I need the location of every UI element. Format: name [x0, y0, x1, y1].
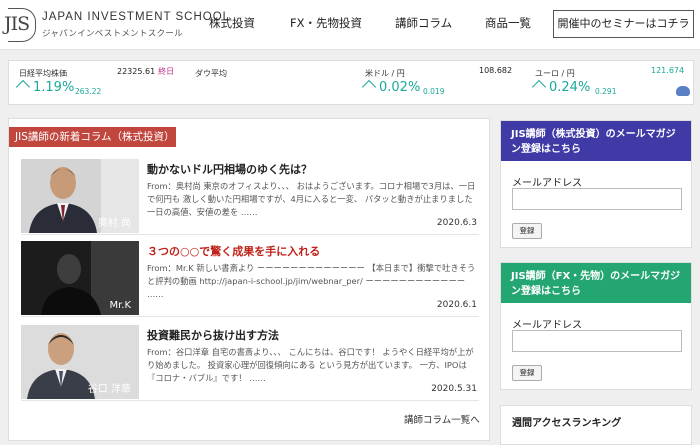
nav-stocks[interactable]: 株式投資 [209, 15, 255, 31]
author-photo[interactable]: Mr.K [21, 241, 139, 315]
subscribe-button[interactable]: 登録 [512, 365, 542, 381]
author-photo[interactable]: 奥村 尚 [21, 159, 139, 233]
ticker-change: 0.291 [595, 87, 617, 96]
newsletter-heading[interactable]: JIS講師（FX・先物）のメールマガジン登録はこちら [501, 263, 691, 303]
nav-columns[interactable]: 講師コラム [395, 15, 452, 31]
article-excerpt: From：Mr.K 新しい書斎より ーーーーーーーーーーーーー 【本日まで】衝撃… [147, 263, 476, 299]
ticker-value: 121.674 [651, 66, 685, 75]
newsletter-fx: JIS講師（FX・先物）のメールマガジン登録はこちら メールアドレス 登録 [500, 262, 692, 390]
ticker-eurjpy[interactable]: ユーロ / 円 121.674 0.24% 0.291 [525, 61, 693, 106]
up-arrow-icon [531, 79, 547, 95]
ticker-nikkei[interactable]: 日経平均株価 22325.61 終日 1.19% 263.22 [9, 61, 179, 106]
author-name: Mr.K [109, 300, 131, 311]
newsletter-heading[interactable]: JIS講師（株式投資）のメールマガジン登録はこちら [501, 121, 691, 161]
ticker-usdjpy[interactable]: 米ドル / 円 108.682 0.02% 0.019 [355, 61, 525, 106]
author-name: 谷口 洋章 [87, 384, 131, 395]
ticker-dow[interactable]: ダウ平均 [185, 61, 355, 106]
email-field[interactable] [512, 188, 682, 210]
up-arrow-icon [361, 79, 377, 95]
article-title[interactable]: 動かないドル円相場のゆく先は？ [147, 161, 312, 177]
site-logo[interactable]: JIS JAPAN INVESTMENT SCHOOL ジャパンインベストメント… [4, 8, 229, 42]
ticker-name: ユーロ / 円 [535, 69, 575, 78]
seminar-button[interactable]: 開催中のセミナーはコチラ [553, 10, 694, 38]
article-excerpt: From：奥村尚 東京のオフィスより、、、 おはようございます。コロナ相場で3月… [147, 181, 476, 217]
columns-list-link[interactable]: 講師コラム一覧へ [404, 412, 480, 426]
ticker-pct: 0.24% [549, 80, 591, 95]
article-excerpt: From：谷口洋章 自宅の書斎より、、、 こんにちは、谷口です！ ようやく日経平… [147, 347, 474, 383]
ticker-pct: 0.02% [379, 80, 421, 95]
article-title[interactable]: ３つの○○で驚く成果を手に入れる [147, 243, 320, 259]
cloud-icon[interactable] [676, 86, 690, 96]
email-label: メールアドレス [512, 320, 582, 331]
market-ticker: 日経平均株価 22325.61 終日 1.19% 263.22 ダウ平均 米ドル … [8, 60, 694, 105]
logo-mark: JIS [4, 8, 36, 42]
author-name: 奥村 尚 [97, 218, 131, 229]
ticker-value: 108.682 [479, 66, 513, 75]
nav-fx-futures[interactable]: FX・先物投資 [290, 15, 362, 31]
columns-heading: JIS講師の新着コラム（株式投資） [9, 127, 176, 147]
weekly-ranking: 週間アクセスランキング [500, 405, 692, 445]
site-header: JIS JAPAN INVESTMENT SCHOOL ジャパンインベストメント… [0, 0, 700, 50]
logo-text-ja: ジャパンインベストメントスクール [42, 29, 183, 39]
article-item[interactable]: 谷口 洋章 投資難民から抜け出す方法 From：谷口洋章 自宅の書斎より、、、 … [21, 325, 479, 401]
author-photo[interactable]: 谷口 洋章 [21, 325, 139, 399]
ticker-name: 米ドル / 円 [365, 69, 405, 78]
columns-panel: JIS講師の新着コラム（株式投資） 奥村 尚 動かないドル円相場のゆく先は？ F… [8, 118, 490, 441]
article-item[interactable]: Mr.K ３つの○○で驚く成果を手に入れる From：Mr.K 新しい書斎より … [21, 241, 479, 317]
ticker-change: 0.019 [423, 87, 445, 96]
logo-text-en: JAPAN INVESTMENT SCHOOL [42, 11, 231, 23]
ticker-change: 263.22 [75, 87, 102, 96]
ticker-pct: 1.19% [33, 80, 75, 95]
article-date: 2020.6.1 [436, 300, 477, 310]
ticker-value: 22325.61 終日 [117, 67, 175, 76]
ticker-end-label: 終日 [158, 67, 175, 76]
ticker-name: ダウ平均 [195, 69, 227, 78]
subscribe-button[interactable]: 登録 [512, 223, 542, 239]
newsletter-stocks: JIS講師（株式投資）のメールマガジン登録はこちら メールアドレス 登録 [500, 120, 692, 248]
ticker-name: 日経平均株価 [19, 69, 67, 78]
article-date: 2020.5.31 [431, 384, 477, 394]
email-label: メールアドレス [512, 178, 582, 189]
email-field[interactable] [512, 330, 682, 352]
article-title[interactable]: 投資難民から抜け出す方法 [147, 327, 279, 343]
nav-products[interactable]: 商品一覧 [485, 15, 531, 31]
article-item[interactable]: 奥村 尚 動かないドル円相場のゆく先は？ From：奥村尚 東京のオフィスより、… [21, 159, 479, 235]
article-date: 2020.6.3 [436, 218, 477, 228]
ranking-title: 週間アクセスランキング [512, 418, 622, 429]
up-arrow-icon [15, 79, 31, 95]
